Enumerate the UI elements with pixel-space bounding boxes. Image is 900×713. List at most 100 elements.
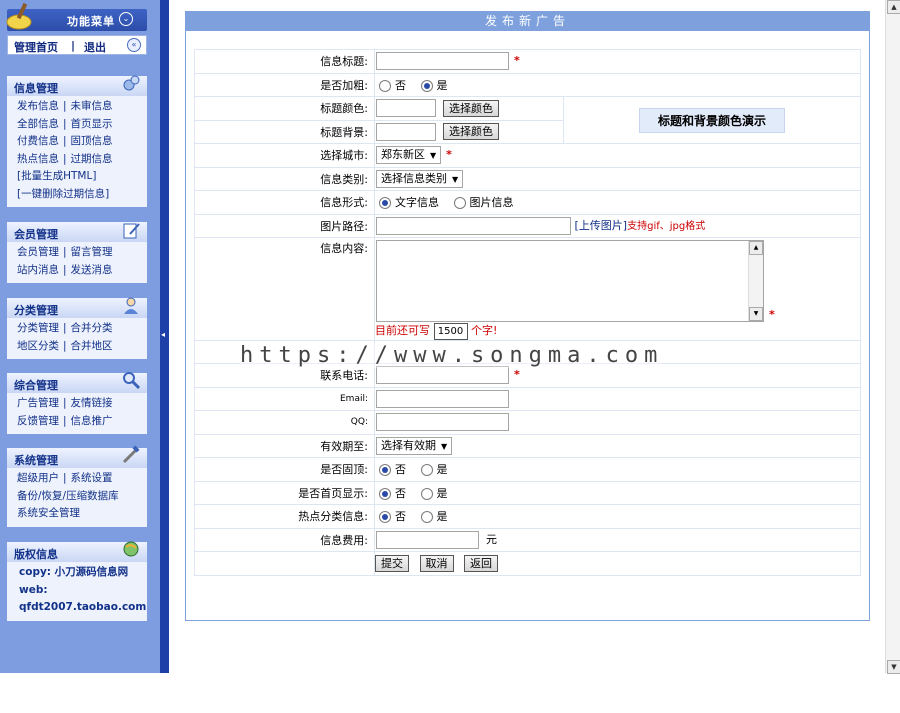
menu-delete-expired[interactable]: [一键删除过期信息] xyxy=(17,188,109,200)
menu-batch-html[interactable]: [批量生成HTML] xyxy=(17,170,96,182)
menu-homepage-display[interactable]: 首页显示 xyxy=(71,118,113,130)
scroll-up-icon[interactable]: ▲ xyxy=(887,0,900,14)
box-title: 信息管理 xyxy=(14,82,58,95)
menu-publish-info[interactable]: 发布信息 xyxy=(17,100,59,112)
pick-title-color-button[interactable]: 选择颜色 xyxy=(443,99,499,117)
menu-expired-info[interactable]: 过期信息 xyxy=(71,153,113,165)
back-button[interactable]: 返回 xyxy=(464,554,498,572)
homepage-no-radio[interactable] xyxy=(379,487,391,500)
menu-super-users[interactable]: 超级用户 xyxy=(17,472,59,484)
bold-no-label: 否 xyxy=(395,78,406,92)
scroll-down-icon[interactable]: ▼ xyxy=(749,307,763,321)
required-mark: * xyxy=(514,54,520,68)
collapse-arrow-icon[interactable]: ◂ xyxy=(161,330,165,340)
fee-label: 信息费用: xyxy=(194,527,375,552)
menu-paid-info[interactable]: 付费信息 xyxy=(17,135,59,147)
menu-system-settings[interactable]: 系统设置 xyxy=(71,472,113,484)
phone-input[interactable] xyxy=(376,366,509,385)
menu-friend-links[interactable]: 友情链接 xyxy=(71,397,113,409)
hide-sidebar-icon[interactable]: « xyxy=(127,38,141,52)
menu-member-management[interactable]: 会员管理 xyxy=(17,246,59,258)
general-management-box: 综合管理 广告管理 | 友情链接 反馈管理 | 信息推广 xyxy=(7,372,147,434)
broom-icon xyxy=(6,2,32,30)
textarea-scrollbar[interactable]: ▲ ▼ xyxy=(748,241,763,321)
valid-until-select[interactable]: 选择有效期 ▼ xyxy=(376,436,453,455)
menu-merge-categories[interactable]: 合并分类 xyxy=(71,322,113,334)
pinned-yes-radio[interactable] xyxy=(420,464,433,477)
bold-no-radio[interactable] xyxy=(379,79,391,92)
box-title: 版权信息 xyxy=(14,548,58,561)
menu-unreviewed-info[interactable]: 未审信息 xyxy=(71,100,113,112)
cancel-button[interactable]: 取消 xyxy=(419,554,454,572)
logout-link[interactable]: 退出 xyxy=(84,39,106,55)
menu-all-info[interactable]: 全部信息 xyxy=(17,118,59,130)
menu-ad-management[interactable]: 广告管理 xyxy=(17,397,59,409)
img-path-input[interactable] xyxy=(376,216,571,235)
bold-yes-radio[interactable] xyxy=(420,79,433,92)
function-menu-title: 功能菜单 xyxy=(67,15,115,28)
publish-form: 信息标题: * 是否加粗: 否 是 标题颜色: 选择颜色 标题和背景颜色演示 标… xyxy=(194,49,861,576)
admin-home-link[interactable]: 管理首页 xyxy=(14,39,58,55)
title-color-input[interactable] xyxy=(376,99,436,118)
menu-database-backup[interactable]: 备份/恢复/压缩数据库 xyxy=(17,490,119,502)
menu-hot-info[interactable]: 热点信息 xyxy=(17,153,59,165)
category-select[interactable]: 选择信息类别 ▼ xyxy=(376,169,464,188)
city-select[interactable]: 郑东新区 ▼ xyxy=(376,146,442,165)
user-icon xyxy=(124,297,138,314)
upload-format-hint: 支持gif、jpg格式 xyxy=(627,220,706,232)
menu-site-messages[interactable]: 站内消息 xyxy=(17,264,59,276)
scroll-down-icon[interactable]: ▼ xyxy=(887,660,900,674)
function-menu-bar: 功能菜单 ⌄ xyxy=(6,2,147,31)
collapse-menu-icon[interactable]: ⌄ xyxy=(119,12,133,26)
web-url: qfdt2007.taobao.com xyxy=(19,601,147,613)
menu-region-categories[interactable]: 地区分类 xyxy=(17,340,59,352)
menu-system-security[interactable]: 系统安全管理 xyxy=(17,507,80,519)
menu-send-message[interactable]: 发送消息 xyxy=(71,264,113,276)
box-header: 版权信息 xyxy=(7,541,147,562)
bold-label: 是否加粗: xyxy=(194,72,375,97)
system-management-box: 系统管理 超级用户 | 系统设置 备份/恢复/压缩数据库 系统安全管理 xyxy=(7,445,147,527)
content-label: 信息内容: xyxy=(194,237,375,341)
form-image-label: 图片信息 xyxy=(469,196,514,210)
menu-feedback-management[interactable]: 反馈管理 xyxy=(17,415,59,427)
submit-button[interactable]: 提交 xyxy=(375,554,409,572)
form-image-radio[interactable] xyxy=(453,197,466,210)
upload-image-link[interactable]: [上传图片] xyxy=(575,219,628,232)
form-text-label: 文字信息 xyxy=(395,196,439,210)
qq-input[interactable] xyxy=(376,413,509,432)
fee-unit: 元 xyxy=(486,532,497,546)
menu-pinned-info[interactable]: 固顶信息 xyxy=(71,135,113,147)
menu-info-promotion[interactable]: 信息推广 xyxy=(71,415,113,427)
hot-yes-label: 是 xyxy=(436,510,448,524)
title-color-label: 标题颜色: xyxy=(194,96,375,121)
valid-until-label: 有效期至: xyxy=(194,433,375,458)
publish-ad-panel: 发布新广告 信息标题: * 是否加粗: 否 是 标题颜色: 选择颜色 标题和背景… xyxy=(185,11,870,621)
scroll-up-icon[interactable]: ▲ xyxy=(749,241,763,255)
menu-merge-regions[interactable]: 合并地区 xyxy=(71,340,113,352)
sidebar-toggle-bar[interactable]: ◂ xyxy=(160,0,169,673)
panel-caption: 发布新广告 xyxy=(186,12,869,31)
email-input[interactable] xyxy=(376,389,509,408)
title-input[interactable] xyxy=(376,52,509,71)
bold-yes-label: 是 xyxy=(436,78,448,92)
content-textarea[interactable]: ▲ ▼ xyxy=(376,240,764,322)
home-logout-bar: 管理首页 | 退出 « xyxy=(7,35,147,55)
title-bg-input[interactable] xyxy=(376,122,436,141)
dropdown-arrow-icon: ▼ xyxy=(452,174,459,184)
fee-input[interactable] xyxy=(376,530,479,549)
spacer-cell xyxy=(194,551,375,576)
box-header: 信息管理 xyxy=(7,75,147,96)
pick-bg-color-button[interactable]: 选择颜色 xyxy=(443,123,499,141)
hot-yes-radio[interactable] xyxy=(420,511,433,524)
title-label: 信息标题: xyxy=(194,49,375,74)
tools-icon xyxy=(122,445,140,464)
menu-message-management[interactable]: 留言管理 xyxy=(71,246,113,258)
box-header: 综合管理 xyxy=(7,372,147,393)
form-text-radio[interactable] xyxy=(379,197,391,210)
homepage-yes-radio[interactable] xyxy=(420,487,433,500)
page-scrollbar[interactable]: ▲ ▼ xyxy=(885,0,900,674)
pinned-no-radio[interactable] xyxy=(379,464,391,477)
menu-category-management[interactable]: 分类管理 xyxy=(17,322,59,334)
hot-no-radio[interactable] xyxy=(379,511,391,524)
globe-icon xyxy=(123,541,139,557)
